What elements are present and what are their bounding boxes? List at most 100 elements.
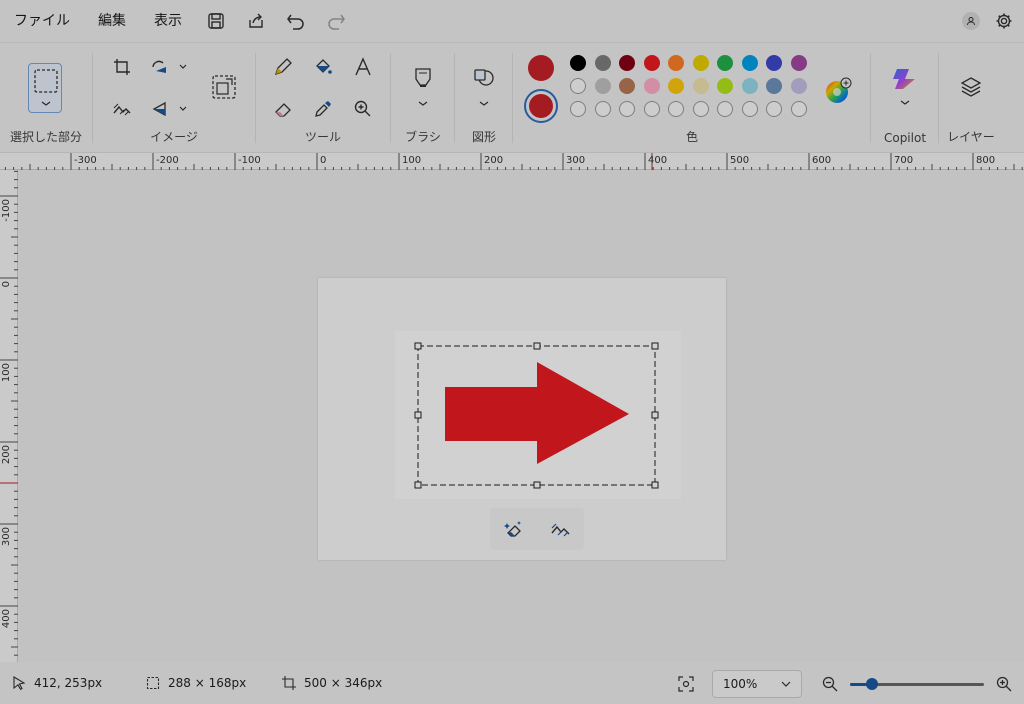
undo-button[interactable] bbox=[276, 0, 316, 42]
brush-button[interactable] bbox=[407, 61, 439, 113]
crop-button[interactable] bbox=[106, 51, 138, 83]
text-tool-button[interactable] bbox=[347, 51, 379, 83]
resize-icon bbox=[212, 75, 236, 99]
color-swatch[interactable] bbox=[692, 78, 709, 94]
selection-handle[interactable] bbox=[651, 481, 659, 489]
color-swatch[interactable] bbox=[766, 55, 782, 71]
vertical-ruler-ticks bbox=[0, 170, 18, 656]
color-swatch[interactable] bbox=[766, 78, 782, 94]
pencil-tool-button[interactable] bbox=[267, 51, 299, 83]
group-image: イメージ bbox=[94, 43, 254, 153]
color-swatch[interactable] bbox=[619, 101, 635, 117]
color-swatch[interactable] bbox=[741, 101, 758, 117]
color-swatch[interactable] bbox=[766, 101, 782, 117]
selection-handle[interactable] bbox=[651, 411, 659, 419]
canvas-size-text: 500 × 346px bbox=[304, 676, 383, 690]
zoom-slider-thumb[interactable] bbox=[866, 678, 878, 690]
settings-button[interactable] bbox=[994, 11, 1014, 31]
ruler-label: 500 bbox=[730, 155, 750, 166]
color-swatch[interactable] bbox=[570, 78, 586, 94]
color-swatch[interactable] bbox=[692, 55, 709, 71]
color-swatch[interactable] bbox=[619, 55, 635, 71]
selection-handle[interactable] bbox=[414, 342, 422, 350]
drawing-canvas[interactable] bbox=[395, 331, 681, 499]
ruler-label: 600 bbox=[812, 155, 832, 166]
color-swatch[interactable] bbox=[570, 55, 586, 71]
color-swatch[interactable] bbox=[619, 78, 635, 94]
color-swatch[interactable] bbox=[668, 78, 684, 94]
color-swatch[interactable] bbox=[643, 78, 660, 94]
color-swatch[interactable] bbox=[717, 101, 733, 117]
layers-button[interactable] bbox=[955, 71, 987, 103]
menu-edit[interactable]: 編集 bbox=[84, 0, 140, 42]
rotate-button[interactable] bbox=[146, 51, 194, 83]
color-swatch[interactable] bbox=[717, 55, 733, 71]
color-swatch[interactable] bbox=[717, 78, 733, 94]
ribbon-separator bbox=[870, 53, 871, 143]
color-swatch[interactable] bbox=[790, 55, 807, 71]
edit-colors-button[interactable] bbox=[824, 77, 852, 105]
redo-button[interactable] bbox=[316, 0, 356, 42]
zoom-slider[interactable] bbox=[850, 678, 984, 690]
ribbon-separator bbox=[938, 53, 939, 143]
color-swatch[interactable] bbox=[570, 101, 586, 117]
selection-handle[interactable] bbox=[414, 481, 422, 489]
color-swatch[interactable] bbox=[692, 101, 709, 117]
flip-button[interactable] bbox=[146, 93, 194, 125]
brush-icon bbox=[415, 68, 431, 106]
color-swatch[interactable] bbox=[790, 78, 807, 94]
color-swatch[interactable] bbox=[741, 55, 758, 71]
primary-color-button[interactable] bbox=[528, 55, 554, 81]
color-swatch[interactable] bbox=[668, 55, 684, 71]
color-swatch[interactable] bbox=[741, 78, 758, 94]
color-swatch[interactable] bbox=[594, 78, 611, 94]
selection-handle[interactable] bbox=[533, 481, 541, 489]
shapes-button[interactable] bbox=[468, 61, 500, 113]
red-arrow-shape[interactable] bbox=[445, 362, 629, 464]
selection-handle[interactable] bbox=[533, 342, 541, 350]
selection-handle[interactable] bbox=[651, 342, 659, 350]
account-avatar[interactable] bbox=[962, 12, 980, 30]
color-swatch[interactable] bbox=[643, 101, 660, 117]
ribbon-separator bbox=[454, 53, 455, 143]
cursor-position-text: 412, 253px bbox=[34, 676, 103, 690]
remove-background-context-button[interactable] bbox=[546, 514, 576, 544]
flip-icon bbox=[152, 101, 187, 117]
selection-tool-button[interactable] bbox=[28, 63, 62, 113]
save-button[interactable] bbox=[196, 0, 236, 42]
color-picker-button[interactable] bbox=[307, 93, 339, 125]
color-swatch[interactable] bbox=[668, 101, 684, 117]
fill-tool-button[interactable] bbox=[307, 51, 339, 83]
fit-to-window-button[interactable] bbox=[676, 674, 696, 694]
group-colors: 色 bbox=[514, 43, 870, 153]
group-copilot: Copilot bbox=[872, 43, 938, 153]
group-shapes: 図形 bbox=[456, 43, 512, 153]
color-swatch[interactable] bbox=[790, 101, 807, 117]
ribbon-separator bbox=[255, 53, 256, 143]
color-swatch[interactable] bbox=[594, 101, 611, 117]
color-swatch[interactable] bbox=[643, 55, 660, 71]
ruler-label: -100 bbox=[238, 155, 261, 166]
zoom-in-button[interactable] bbox=[994, 674, 1014, 694]
menu-file[interactable]: ファイル bbox=[0, 0, 84, 42]
zoom-out-button[interactable] bbox=[820, 674, 840, 694]
selection-size-status: 288 × 168px bbox=[146, 662, 246, 704]
canvas-workspace[interactable] bbox=[18, 170, 1024, 662]
secondary-color-button[interactable] bbox=[524, 89, 558, 123]
selection-handle[interactable] bbox=[414, 411, 422, 419]
redo-icon bbox=[328, 14, 345, 30]
cursor-position-status: 412, 253px bbox=[12, 662, 102, 704]
magnifier-button[interactable] bbox=[347, 93, 379, 125]
zoom-level-dropdown[interactable]: 100% bbox=[712, 670, 802, 698]
ribbon-separator bbox=[512, 53, 513, 143]
color-swatch[interactable] bbox=[594, 55, 611, 71]
generative-erase-button[interactable] bbox=[499, 514, 529, 544]
ruler-label: 0 bbox=[1, 281, 12, 288]
brush-group-label: ブラシ bbox=[405, 130, 441, 144]
copilot-button[interactable] bbox=[891, 65, 919, 109]
share-button[interactable] bbox=[236, 0, 276, 42]
remove-background-button[interactable] bbox=[106, 93, 138, 125]
eraser-tool-button[interactable] bbox=[267, 93, 299, 125]
menu-view[interactable]: 表示 bbox=[140, 0, 196, 42]
resize-button[interactable] bbox=[208, 71, 240, 103]
